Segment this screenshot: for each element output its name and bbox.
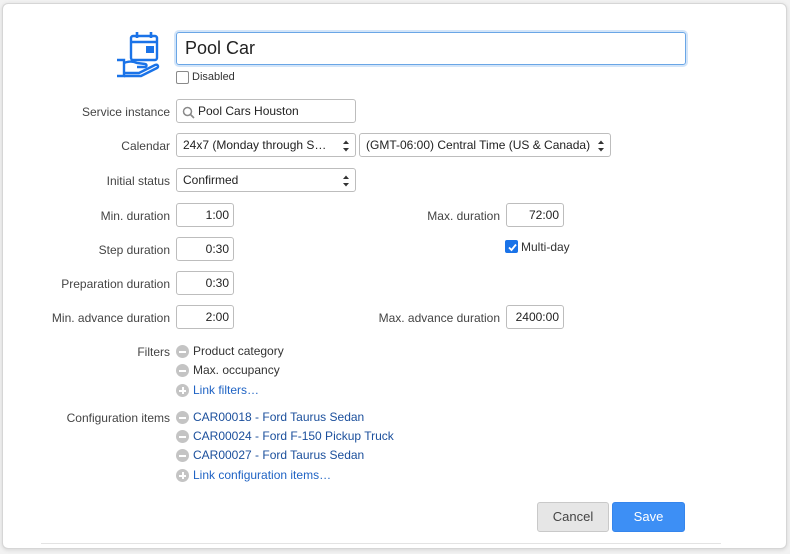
min-duration-label: Min. duration xyxy=(100,209,170,223)
calendar-hand-icon xyxy=(115,30,165,80)
remove-icon[interactable] xyxy=(176,345,189,358)
remove-icon[interactable] xyxy=(176,449,189,462)
min-advance-duration-input[interactable]: 2:00 xyxy=(176,305,234,329)
initial-status-select[interactable]: Confirmed xyxy=(176,168,356,192)
min-advance-duration-label: Min. advance duration xyxy=(51,311,170,325)
search-icon xyxy=(182,104,195,122)
configuration-item-link[interactable]: CAR00018 - Ford Taurus Sedan xyxy=(193,410,364,424)
remove-icon[interactable] xyxy=(176,364,189,377)
add-icon[interactable] xyxy=(176,384,189,397)
service-instance-input[interactable]: Pool Cars Houston xyxy=(176,99,356,123)
service-instance-label: Service instance xyxy=(81,105,170,119)
dialog: Pool Car Disabled Service instance Pool … xyxy=(2,3,787,549)
initial-status-value: Confirmed xyxy=(183,173,239,187)
select-arrows-icon xyxy=(597,138,605,152)
save-button[interactable]: Save xyxy=(612,502,685,532)
remove-icon[interactable] xyxy=(176,430,189,443)
initial-status-label: Initial status xyxy=(106,174,170,188)
select-arrows-icon xyxy=(342,138,350,152)
disabled-label: Disabled xyxy=(192,71,235,83)
checkmark-icon xyxy=(508,243,517,252)
preparation-duration-input[interactable]: 0:30 xyxy=(176,271,234,295)
multi-day-label: Multi-day xyxy=(521,240,570,254)
link-configuration-items-link[interactable]: Link configuration items… xyxy=(193,468,331,482)
min-duration-input[interactable]: 1:00 xyxy=(176,203,234,227)
calendar-value: 24x7 (Monday through S… xyxy=(183,138,327,152)
max-advance-duration-input[interactable]: 2400:00 xyxy=(506,305,564,329)
calendar-label: Calendar xyxy=(121,139,170,153)
select-arrows-icon xyxy=(342,173,350,187)
filter-item: Product category xyxy=(193,344,284,358)
configuration-item-link[interactable]: CAR00027 - Ford Taurus Sedan xyxy=(193,448,364,462)
max-advance-duration-label: Max. advance duration xyxy=(378,311,500,325)
step-duration-input[interactable]: 0:30 xyxy=(176,237,234,261)
max-duration-label: Max. duration xyxy=(427,209,500,223)
filter-item: Max. occupancy xyxy=(193,363,280,377)
cancel-button[interactable]: Cancel xyxy=(537,502,609,532)
step-duration-label: Step duration xyxy=(98,243,170,257)
configuration-item-link[interactable]: CAR00024 - Ford F-150 Pickup Truck xyxy=(193,429,394,443)
timezone-value: (GMT-06:00) Central Time (US & Canada) xyxy=(366,138,591,152)
link-filters-link[interactable]: Link filters… xyxy=(193,383,259,397)
remove-icon[interactable] xyxy=(176,411,189,424)
filters-label: Filters xyxy=(137,345,170,359)
preparation-duration-label: Preparation duration xyxy=(61,277,170,291)
calendar-select[interactable]: 24x7 (Monday through S… xyxy=(176,133,356,157)
max-duration-input[interactable]: 72:00 xyxy=(506,203,564,227)
name-input[interactable]: Pool Car xyxy=(176,32,686,65)
divider xyxy=(41,543,721,544)
disabled-checkbox[interactable] xyxy=(176,71,189,84)
add-icon[interactable] xyxy=(176,469,189,482)
configuration-items-label: Configuration items xyxy=(66,411,170,425)
service-instance-value: Pool Cars Houston xyxy=(198,104,299,118)
timezone-select[interactable]: (GMT-06:00) Central Time (US & Canada) xyxy=(359,133,611,157)
multi-day-checkbox[interactable] xyxy=(505,240,518,253)
